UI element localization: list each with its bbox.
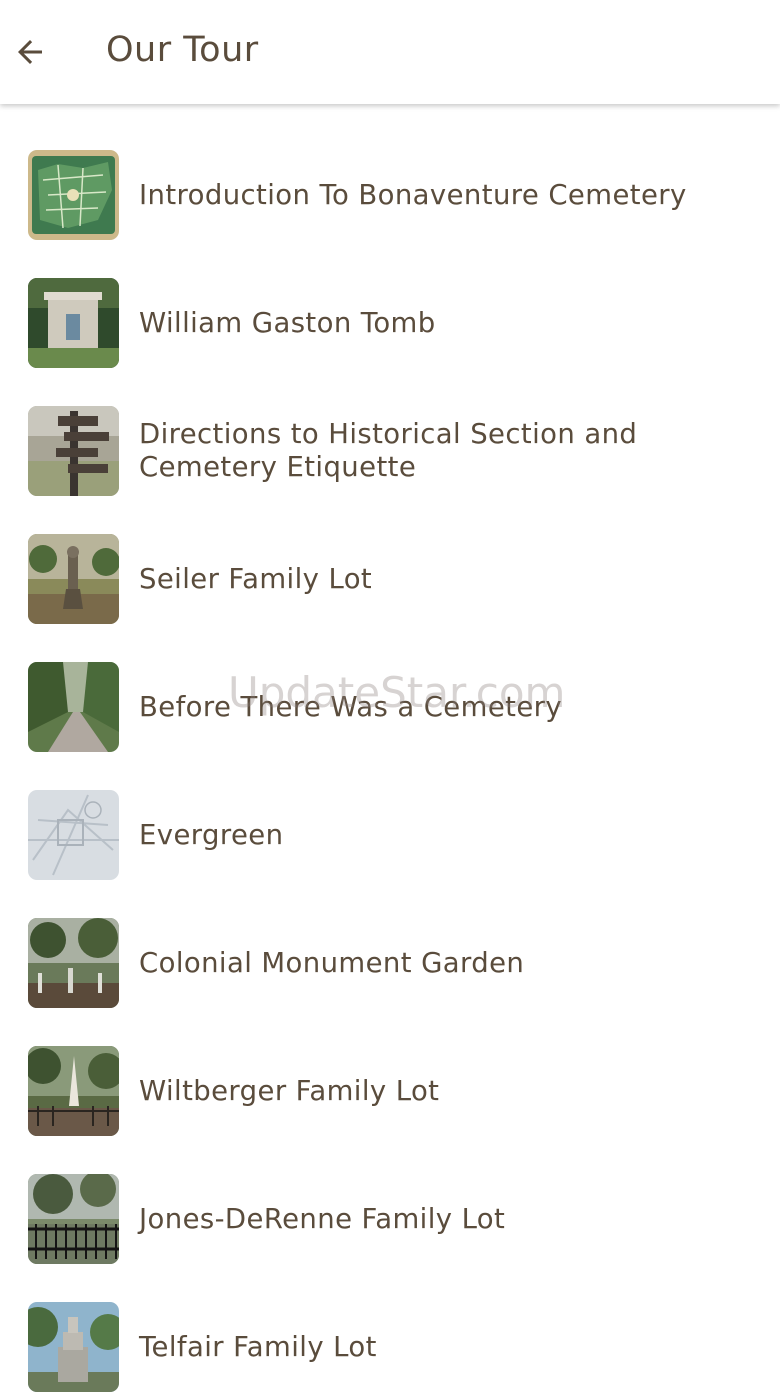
- tour-stop-item[interactable]: Jones-DeRenne Family Lot: [0, 1129, 780, 1264]
- tour-stop-item[interactable]: Seiler Family Lot: [0, 489, 780, 624]
- arrow-left-icon: [18, 40, 42, 64]
- monument-sky-thumbnail: [28, 1302, 119, 1392]
- tour-stop-label: Jones-DeRenne Family Lot: [139, 1202, 506, 1235]
- tour-stop-label: Seiler Family Lot: [139, 562, 373, 595]
- tomb-thumbnail: [28, 278, 119, 368]
- back-button[interactable]: [6, 30, 54, 74]
- tour-stop-item[interactable]: William Gaston Tomb: [0, 233, 780, 368]
- signpost-thumbnail: [28, 406, 119, 496]
- iron-fence-thumbnail: [28, 1174, 119, 1264]
- tree-lined-road-thumbnail: [28, 662, 119, 752]
- tour-stop-label: Before There Was a Cemetery: [139, 690, 563, 723]
- tour-stop-item[interactable]: Before There Was a Cemetery: [0, 617, 780, 752]
- tour-stop-item[interactable]: Directions to Historical Section and Cem…: [0, 361, 780, 496]
- page-title: Our Tour: [106, 30, 259, 70]
- tour-stop-label: Introduction To Bonaventure Cemetery: [139, 178, 687, 211]
- tour-stop-item[interactable]: Telfair Family Lot: [0, 1257, 780, 1392]
- cemetery-map-thumbnail: [28, 150, 119, 240]
- family-lot-thumbnail: [28, 534, 119, 624]
- tour-stop-label: William Gaston Tomb: [139, 306, 436, 339]
- tour-stop-label: Telfair Family Lot: [139, 1330, 377, 1363]
- tour-stop-item[interactable]: Introduction To Bonaventure Cemetery: [0, 105, 780, 240]
- tour-stop-item[interactable]: Colonial Monument Garden: [0, 873, 780, 1008]
- tour-stop-item[interactable]: Wiltberger Family Lot: [0, 1001, 780, 1136]
- tour-stop-item[interactable]: Evergreen: [0, 745, 780, 880]
- monument-garden-thumbnail: [28, 918, 119, 1008]
- tour-stop-label: Evergreen: [139, 818, 284, 851]
- obelisk-thumbnail: [28, 1046, 119, 1136]
- tour-stop-label: Directions to Historical Section and Cem…: [139, 418, 638, 483]
- tour-stop-label: Wiltberger Family Lot: [139, 1074, 440, 1107]
- tour-stop-label: Colonial Monument Garden: [139, 946, 525, 979]
- tour-list: Introduction To Bonaventure Cemetery Wil…: [0, 105, 780, 1392]
- app-bar: Our Tour: [0, 0, 780, 104]
- old-map-thumbnail: [28, 790, 119, 880]
